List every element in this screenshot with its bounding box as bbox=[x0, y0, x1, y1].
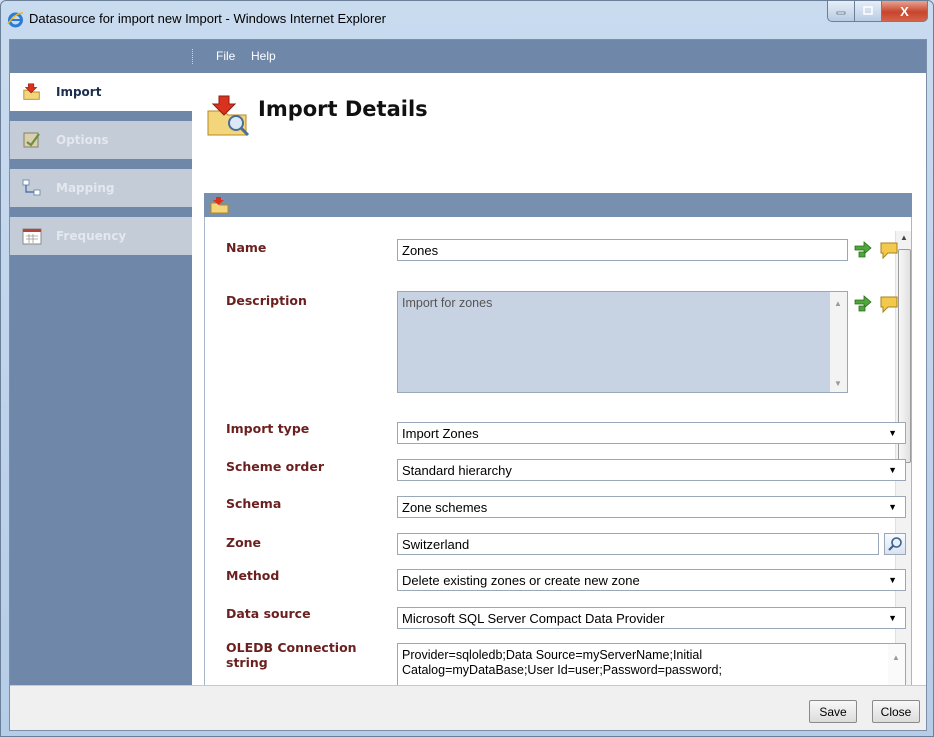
schema-value: Zone schemes bbox=[402, 499, 488, 515]
import-icon bbox=[22, 82, 42, 102]
scheme-order-select[interactable]: Standard hierarchy ▼ bbox=[397, 459, 906, 481]
scroll-up-icon[interactable]: ▲ bbox=[900, 233, 908, 242]
dialog-footer: Save Close bbox=[10, 685, 926, 730]
description-textarea[interactable]: Import for zones ▲ ▼ bbox=[397, 291, 848, 393]
description-value: Import for zones bbox=[402, 296, 493, 310]
chevron-down-icon: ▼ bbox=[888, 575, 897, 585]
description-label: Description bbox=[226, 293, 307, 308]
chevron-down-icon: ▼ bbox=[888, 465, 897, 475]
menu-help[interactable]: Help bbox=[251, 49, 276, 63]
note-icon bbox=[880, 242, 898, 260]
chevron-down-icon: ▼ bbox=[888, 502, 897, 512]
oledb-scrollbar[interactable]: ▲ bbox=[888, 644, 905, 685]
scheme-order-label: Scheme order bbox=[226, 459, 324, 474]
name-label: Name bbox=[226, 240, 267, 255]
zone-search-button[interactable] bbox=[884, 533, 906, 555]
oledb-value-line1: Provider=sqloledb;Data Source=myServerNa… bbox=[402, 648, 703, 662]
chevron-down-icon: ▼ bbox=[888, 428, 897, 438]
internet-explorer-icon bbox=[7, 12, 24, 28]
sidebar-item-frequency[interactable]: Frequency bbox=[10, 217, 192, 255]
menu-file[interactable]: File bbox=[216, 49, 235, 63]
method-value: Delete existing zones or create new zone bbox=[402, 572, 640, 588]
minimize-icon bbox=[836, 11, 846, 15]
sidebar-item-options[interactable]: Options bbox=[10, 121, 192, 159]
note-icon bbox=[880, 296, 898, 314]
scroll-up-icon[interactable]: ▲ bbox=[892, 650, 900, 665]
sidebar-item-label: Mapping bbox=[56, 181, 115, 195]
oledb-label: OLEDB Connection string bbox=[226, 640, 357, 670]
zone-input[interactable]: Switzerland bbox=[397, 533, 879, 555]
title-bar: Datasource for import new Import - Windo… bbox=[1, 1, 933, 39]
scroll-down-icon[interactable]: ▼ bbox=[834, 376, 842, 391]
description-scrollbar[interactable]: ▲ ▼ bbox=[830, 292, 847, 392]
sidebar-item-label: Options bbox=[56, 133, 109, 147]
main-content: Import Details ▲ ▼ Name Zones bbox=[192, 73, 926, 685]
page-title: Import Details bbox=[258, 97, 428, 121]
maximize-button[interactable] bbox=[855, 1, 882, 22]
window-title: Datasource for import new Import - Windo… bbox=[29, 11, 386, 26]
menu-bar: File Help bbox=[10, 40, 926, 73]
mapping-icon bbox=[22, 178, 42, 198]
comment-button[interactable] bbox=[878, 293, 900, 315]
oledb-connection-textarea[interactable]: Provider=sqloledb;Data Source=myServerNa… bbox=[397, 643, 906, 685]
sidebar-item-label: Import bbox=[56, 85, 102, 99]
oledb-value-line2: Catalog=myDataBase;User Id=user;Password… bbox=[402, 663, 722, 677]
maximize-icon bbox=[863, 6, 873, 15]
import-icon bbox=[210, 197, 229, 214]
browser-window: Datasource for import new Import - Windo… bbox=[0, 0, 934, 737]
green-arrows-icon bbox=[854, 241, 872, 258]
import-details-icon bbox=[207, 95, 250, 137]
oledb-label-line1: OLEDB Connection bbox=[226, 640, 357, 655]
translate-button[interactable] bbox=[852, 293, 874, 315]
minimize-button[interactable] bbox=[827, 1, 855, 22]
magnifier-icon bbox=[888, 537, 902, 551]
import-form: ▲ ▼ Name Zones bbox=[204, 217, 912, 685]
green-arrows-icon bbox=[854, 295, 872, 312]
window-controls: X bbox=[827, 1, 928, 22]
method-label: Method bbox=[226, 568, 280, 583]
panel-header bbox=[204, 193, 912, 217]
comment-button[interactable] bbox=[878, 239, 900, 261]
oledb-label-line2: string bbox=[226, 655, 268, 670]
options-icon bbox=[22, 130, 42, 150]
menu-grip bbox=[192, 49, 194, 64]
schema-select[interactable]: Zone schemes ▼ bbox=[397, 496, 906, 518]
schema-label: Schema bbox=[226, 496, 282, 511]
data-source-value: Microsoft SQL Server Compact Data Provid… bbox=[402, 610, 665, 626]
close-icon: X bbox=[900, 3, 909, 19]
close-window-button[interactable]: X bbox=[882, 1, 928, 22]
method-select[interactable]: Delete existing zones or create new zone… bbox=[397, 569, 906, 591]
chevron-down-icon: ▼ bbox=[888, 613, 897, 623]
import-type-value: Import Zones bbox=[402, 425, 479, 441]
import-type-select[interactable]: Import Zones ▼ bbox=[397, 422, 906, 444]
sidebar-item-import[interactable]: Import bbox=[10, 73, 192, 111]
data-source-select[interactable]: Microsoft SQL Server Compact Data Provid… bbox=[397, 607, 906, 629]
sidebar-item-mapping[interactable]: Mapping bbox=[10, 169, 192, 207]
save-button[interactable]: Save bbox=[809, 700, 857, 723]
frequency-icon bbox=[22, 226, 42, 246]
dialog-client-area: File Help Import Options Mapping Frequen… bbox=[9, 39, 927, 731]
zone-label: Zone bbox=[226, 535, 262, 550]
close-button[interactable]: Close bbox=[872, 700, 920, 723]
name-input[interactable]: Zones bbox=[397, 239, 848, 261]
sidebar-item-label: Frequency bbox=[56, 229, 127, 243]
scroll-up-icon[interactable]: ▲ bbox=[834, 296, 842, 311]
import-type-label: Import type bbox=[226, 421, 310, 436]
sidebar: Import Options Mapping Frequency bbox=[10, 73, 192, 685]
data-source-label: Data source bbox=[226, 606, 311, 621]
scheme-order-value: Standard hierarchy bbox=[402, 462, 512, 478]
translate-button[interactable] bbox=[852, 239, 874, 261]
